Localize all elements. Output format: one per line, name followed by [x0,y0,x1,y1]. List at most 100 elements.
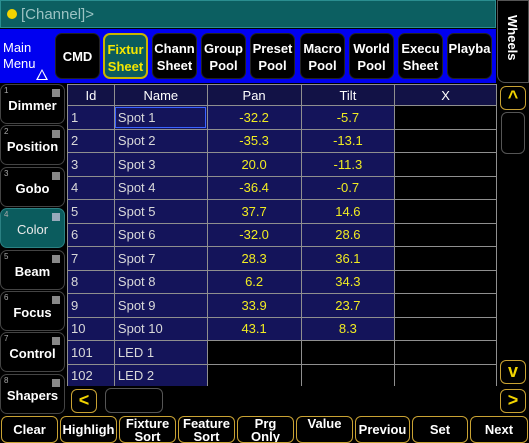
cell-pan[interactable]: -35.3 [206,128,302,153]
cell-id[interactable]: 6 [67,222,115,247]
cell-id[interactable]: 4 [67,175,115,200]
cell-x[interactable] [394,316,497,341]
cell-id[interactable]: 10 [67,316,115,341]
cell-pan[interactable]: 43.1 [206,316,302,341]
cell-tilt[interactable] [300,340,396,365]
cell-x[interactable] [394,340,497,365]
cell-x[interactable] [394,269,497,294]
function-button-value[interactable]: Value [296,416,353,443]
table-row[interactable]: 101 LED 1 [67,340,497,365]
cell-name[interactable]: Spot 7 [113,246,208,271]
preset-button-gobo[interactable]: 3 Gobo [0,166,65,207]
cell-pan[interactable] [206,340,302,365]
menu-button-playba[interactable]: Playba [447,33,492,79]
function-button-highligh[interactable]: Highligh [60,416,117,443]
scroll-down-button[interactable]: v [500,360,526,384]
scroll-up-button[interactable]: ^ [500,86,526,110]
function-button-set[interactable]: Set [412,416,468,443]
cell-x[interactable] [394,293,497,318]
menu-button-fixtur[interactable]: Fixtur Sheet [103,33,148,79]
cell-tilt[interactable]: 23.7 [300,293,396,318]
function-button-next[interactable]: Next [470,416,528,443]
cell-name[interactable]: LED 2 [113,363,208,386]
cell-id[interactable]: 2 [67,128,115,153]
menu-button-execu[interactable]: Execu Sheet [398,33,443,79]
table-row[interactable]: 102 LED 2 [67,363,497,386]
menu-button-cmd[interactable]: CMD [55,33,100,79]
cell-name[interactable]: Spot 10 [113,316,208,341]
cell-tilt[interactable]: -5.7 [300,105,396,130]
menu-button-group[interactable]: Group Pool [201,33,246,79]
cell-id[interactable]: 1 [67,105,115,130]
column-header-x[interactable]: X [394,84,497,106]
table-row[interactable]: 3 Spot 3 20.0 -11.3 [67,152,497,177]
cell-name[interactable]: Spot 9 [113,293,208,318]
cell-pan[interactable]: 33.9 [206,293,302,318]
function-button-clear[interactable]: Clear [1,416,58,443]
cell-tilt[interactable]: 8.3 [300,316,396,341]
table-row[interactable]: 1 Spot 1 -32.2 -5.7 [67,105,497,130]
cell-pan[interactable]: 6.2 [206,269,302,294]
cell-pan[interactable]: -36.4 [206,175,302,200]
cell-pan[interactable]: -32.0 [206,222,302,247]
table-row[interactable]: 2 Spot 2 -35.3 -13.1 [67,128,497,153]
cell-x[interactable] [394,222,497,247]
function-button-previou[interactable]: Previou [355,416,410,443]
preset-button-control[interactable]: 7 Control [0,332,65,373]
cell-id[interactable]: 3 [67,152,115,177]
menu-button-world[interactable]: World Pool [349,33,394,79]
preset-button-beam[interactable]: 5 Beam [0,249,65,290]
table-row[interactable]: 4 Spot 4 -36.4 -0.7 [67,175,497,200]
menu-button-chann[interactable]: Chann Sheet [152,33,197,79]
cell-id[interactable]: 102 [67,363,115,386]
table-row[interactable]: 8 Spot 8 6.2 34.3 [67,269,497,294]
wheels-button[interactable]: Wheels [497,0,529,83]
cell-name[interactable]: Spot 3 [113,152,208,177]
cell-name[interactable]: LED 1 [113,340,208,365]
column-header-pan[interactable]: Pan [206,84,302,106]
scroll-right-button[interactable]: > [500,389,526,413]
table-row[interactable]: 5 Spot 5 37.7 14.6 [67,199,497,224]
column-header-name[interactable]: Name [113,84,208,106]
function-button-feature[interactable]: Feature Sort [178,416,235,443]
cell-pan[interactable] [206,363,302,386]
cell-name[interactable]: Spot 6 [113,222,208,247]
cell-x[interactable] [394,246,497,271]
horizontal-scrollbar[interactable]: < > [67,387,529,415]
preset-button-position[interactable]: 2 Position [0,125,65,166]
cell-x[interactable] [394,363,497,386]
table-row[interactable]: 7 Spot 7 28.3 36.1 [67,246,497,271]
table-row[interactable]: 10 Spot 10 43.1 8.3 [67,316,497,341]
cell-pan[interactable]: 20.0 [206,152,302,177]
cell-x[interactable] [394,105,497,130]
cell-x[interactable] [394,128,497,153]
cell-name[interactable]: Spot 8 [113,269,208,294]
preset-button-dimmer[interactable]: 1 Dimmer [0,84,65,124]
cell-id[interactable]: 9 [67,293,115,318]
column-header-tilt[interactable]: Tilt [300,84,396,106]
preset-button-color[interactable]: 4 Color [0,208,65,249]
cell-x[interactable] [394,175,497,200]
cell-name[interactable]: Spot 5 [113,199,208,224]
cell-id[interactable]: 101 [67,340,115,365]
cell-name[interactable]: Spot 1 [113,105,208,130]
vertical-scroll-thumb[interactable] [501,112,525,154]
cell-tilt[interactable]: -0.7 [300,175,396,200]
cell-tilt[interactable]: -11.3 [300,152,396,177]
preset-button-shapers[interactable]: 8 Shapers [0,373,65,414]
column-header-id[interactable]: Id [67,84,115,106]
cell-x[interactable] [394,199,497,224]
cell-name[interactable]: Spot 4 [113,175,208,200]
preset-button-focus[interactable]: 6 Focus [0,291,65,331]
cell-tilt[interactable]: 28.6 [300,222,396,247]
menu-button-macro[interactable]: Macro Pool [300,33,345,79]
cell-tilt[interactable] [300,363,396,386]
function-button-fixture[interactable]: Fixture Sort [119,416,176,443]
cell-tilt[interactable]: 36.1 [300,246,396,271]
cell-pan[interactable]: -32.2 [206,105,302,130]
vertical-scrollbar[interactable]: ^ v [498,84,529,386]
table-row[interactable]: 6 Spot 6 -32.0 28.6 [67,222,497,247]
cell-pan[interactable]: 28.3 [206,246,302,271]
cell-id[interactable]: 7 [67,246,115,271]
cell-tilt[interactable]: -13.1 [300,128,396,153]
